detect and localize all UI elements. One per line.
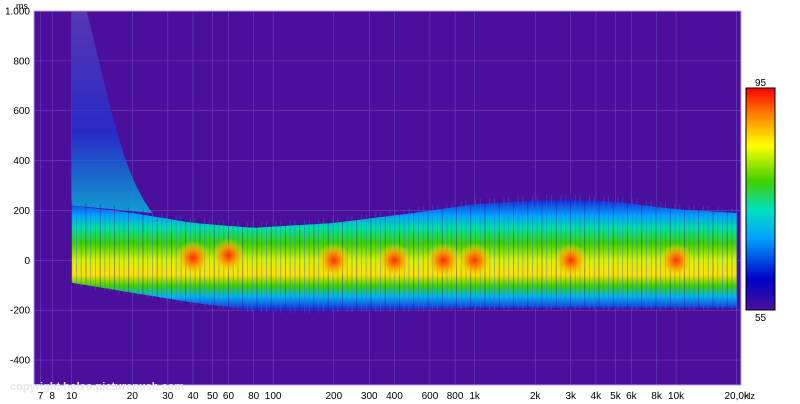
x-tick-label: 2k [530,391,542,402]
x-tick-label: 600 [422,391,439,402]
x-tick-label: 60 [223,391,235,402]
x-tick-label: 1k [469,391,481,402]
colorbar-min-label: 55 [755,313,767,324]
x-unit-label: Hz [744,391,755,401]
y-tick-label: 400 [13,156,30,167]
y-tick-label: 600 [13,106,30,117]
hot-spot [426,242,461,278]
colorbar-max-label: 95 [755,78,767,89]
waterfall-chart: 1.0008006004002000-200-400 7 8 10 20 30 40 50 6… [5,1,776,402]
hot-spot [659,243,693,278]
hot-spot [317,243,351,278]
y-unit-label: ms [16,1,28,11]
x-tick-label: 300 [361,391,378,402]
y-axis: 1.0008006004002000-200-400 [5,7,30,367]
y-tick-label: 800 [13,56,30,67]
colorbar-gradient [745,87,776,311]
copyright-text: copyright holso.picturepush.com [10,381,184,393]
x-tick-label: 40 [187,391,199,402]
x-tick-label: 80 [248,391,260,402]
x-tick-label: 400 [386,391,403,402]
colorbar: 95 55 [745,78,776,324]
x-tick-label: 10k [668,391,685,402]
y-tick-label: -400 [10,356,30,367]
x-tick-label: 200 [325,391,342,402]
hot-spot [175,240,210,276]
x-tick-label: 6k [626,391,638,402]
hot-spot [457,243,492,278]
y-tick-label: 200 [13,206,30,217]
x-tick-label: 800 [447,391,464,402]
x-tick-label: 100 [265,391,282,402]
hot-spot [554,243,587,278]
x-tick-label: 5k [610,391,622,402]
x-tick-label: 8k [651,391,663,402]
x-tick-label: 4k [591,391,603,402]
x-tick-label: 3k [565,391,577,402]
hot-spot [211,238,246,273]
y-tick-label: 0 [24,256,30,267]
y-tick-label: -200 [10,306,30,317]
hot-spot [377,243,411,278]
x-tick-label: 50 [207,391,219,402]
